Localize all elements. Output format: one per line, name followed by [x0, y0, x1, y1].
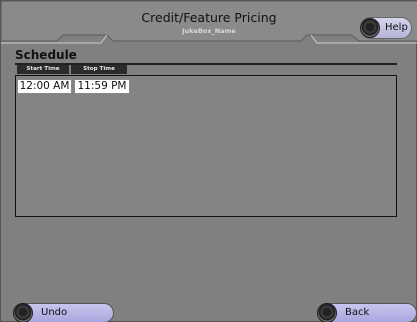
back-button-label: Back	[345, 307, 370, 318]
column-header-start-time[interactable]: Start Time	[17, 65, 69, 74]
column-header-stop-time[interactable]: Stop Time	[71, 65, 127, 74]
start-time-cell[interactable]: 12:00 AM	[17, 79, 72, 94]
schedule-table	[15, 75, 397, 217]
help-button-label: Help	[385, 22, 408, 33]
undo-button-label: Undo	[41, 307, 68, 318]
back-button[interactable]: Back	[317, 303, 417, 322]
stop-time-cell[interactable]: 11:59 PM	[74, 79, 130, 94]
jukebox-name: JukeBox_Name	[182, 27, 236, 35]
section-title: Schedule	[15, 48, 77, 62]
page-title: Credit/Feature Pricing	[141, 10, 277, 25]
knob-icon	[13, 303, 33, 322]
help-button[interactable]: Help	[360, 17, 412, 39]
undo-button[interactable]: Undo	[13, 303, 114, 322]
knob-icon	[360, 18, 380, 38]
app-window: Credit/Feature Pricing JukeBox_Name Help…	[0, 0, 417, 322]
header: Credit/Feature Pricing JukeBox_Name Help	[1, 1, 417, 47]
knob-icon	[317, 303, 337, 322]
